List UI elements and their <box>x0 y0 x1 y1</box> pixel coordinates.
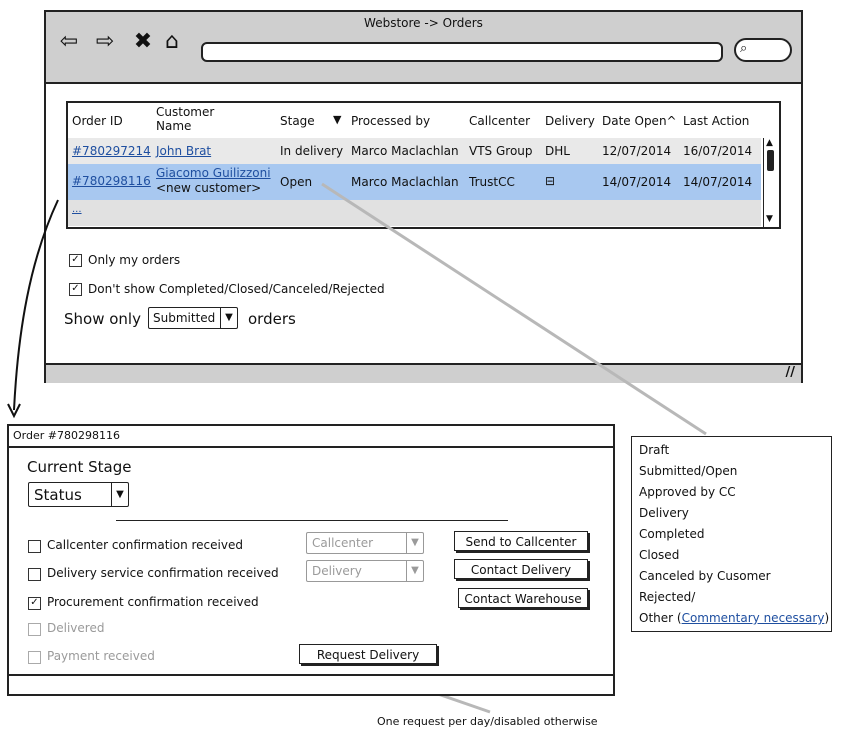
delivery-confirmation-label: Delivery service confirmation received <box>47 566 279 580</box>
stage-item-approved: Approved by CC <box>639 485 736 499</box>
panel-header: Order #780298116 <box>9 426 613 448</box>
stage-connector <box>321 182 707 436</box>
stage-item-delivery: Delivery <box>639 506 689 520</box>
payment-received-label: Payment received <box>47 649 155 663</box>
contact-warehouse-button[interactable]: Contact Warehouse <box>458 588 588 608</box>
panel-title: Order #780298116 <box>13 429 120 442</box>
payment-checkbox <box>28 651 41 664</box>
callcenter-checkbox[interactable] <box>28 540 41 553</box>
delivery-checkbox[interactable] <box>28 568 41 581</box>
chevron-down-icon: ▼ <box>406 561 423 581</box>
stage-list: Draft Submitted/Open Approved by CC Deli… <box>631 436 832 632</box>
delivered-checkbox <box>28 623 41 636</box>
stage-item-draft: Draft <box>639 443 670 457</box>
stage-item-canceled: Canceled by Cusomer <box>639 569 771 583</box>
current-stage-label: Current Stage <box>27 458 132 476</box>
chevron-down-icon[interactable]: ▼ <box>111 483 128 506</box>
request-delivery-button[interactable]: Request Delivery <box>299 644 437 664</box>
callcenter-select: Callcenter ▼ <box>306 532 424 554</box>
delivered-label: Delivered <box>47 621 105 635</box>
stage-item-completed: Completed <box>639 527 705 541</box>
procurement-checkbox[interactable]: ✓ <box>28 597 41 610</box>
chevron-down-icon: ▼ <box>406 533 423 553</box>
callcenter-confirmation-label: Callcenter confirmation received <box>47 538 243 552</box>
stage-item-submitted: Submitted/Open <box>639 464 738 478</box>
divider <box>116 520 508 521</box>
stage-item-closed: Closed <box>639 548 680 562</box>
send-to-callcenter-button[interactable]: Send to Callcenter <box>454 531 588 551</box>
status-select[interactable]: Status ▼ <box>28 482 129 507</box>
link-arrow <box>13 199 59 411</box>
panel-footer-divider <box>9 674 613 676</box>
stage-item-other: Other (Commentary necessary) <box>639 611 830 625</box>
stage-item-rejected: Rejected/ <box>639 590 696 604</box>
commentary-link[interactable]: Commentary necessary <box>682 611 825 625</box>
annotation-note: One request per day/disabled otherwise <box>377 715 598 728</box>
procurement-confirmation-label: Procurement confirmation received <box>47 595 259 609</box>
contact-delivery-button[interactable]: Contact Delivery <box>454 559 588 579</box>
order-detail-panel: Order #780298116 Current Stage Status ▼ … <box>7 424 615 696</box>
delivery-select: Delivery ▼ <box>306 560 424 582</box>
